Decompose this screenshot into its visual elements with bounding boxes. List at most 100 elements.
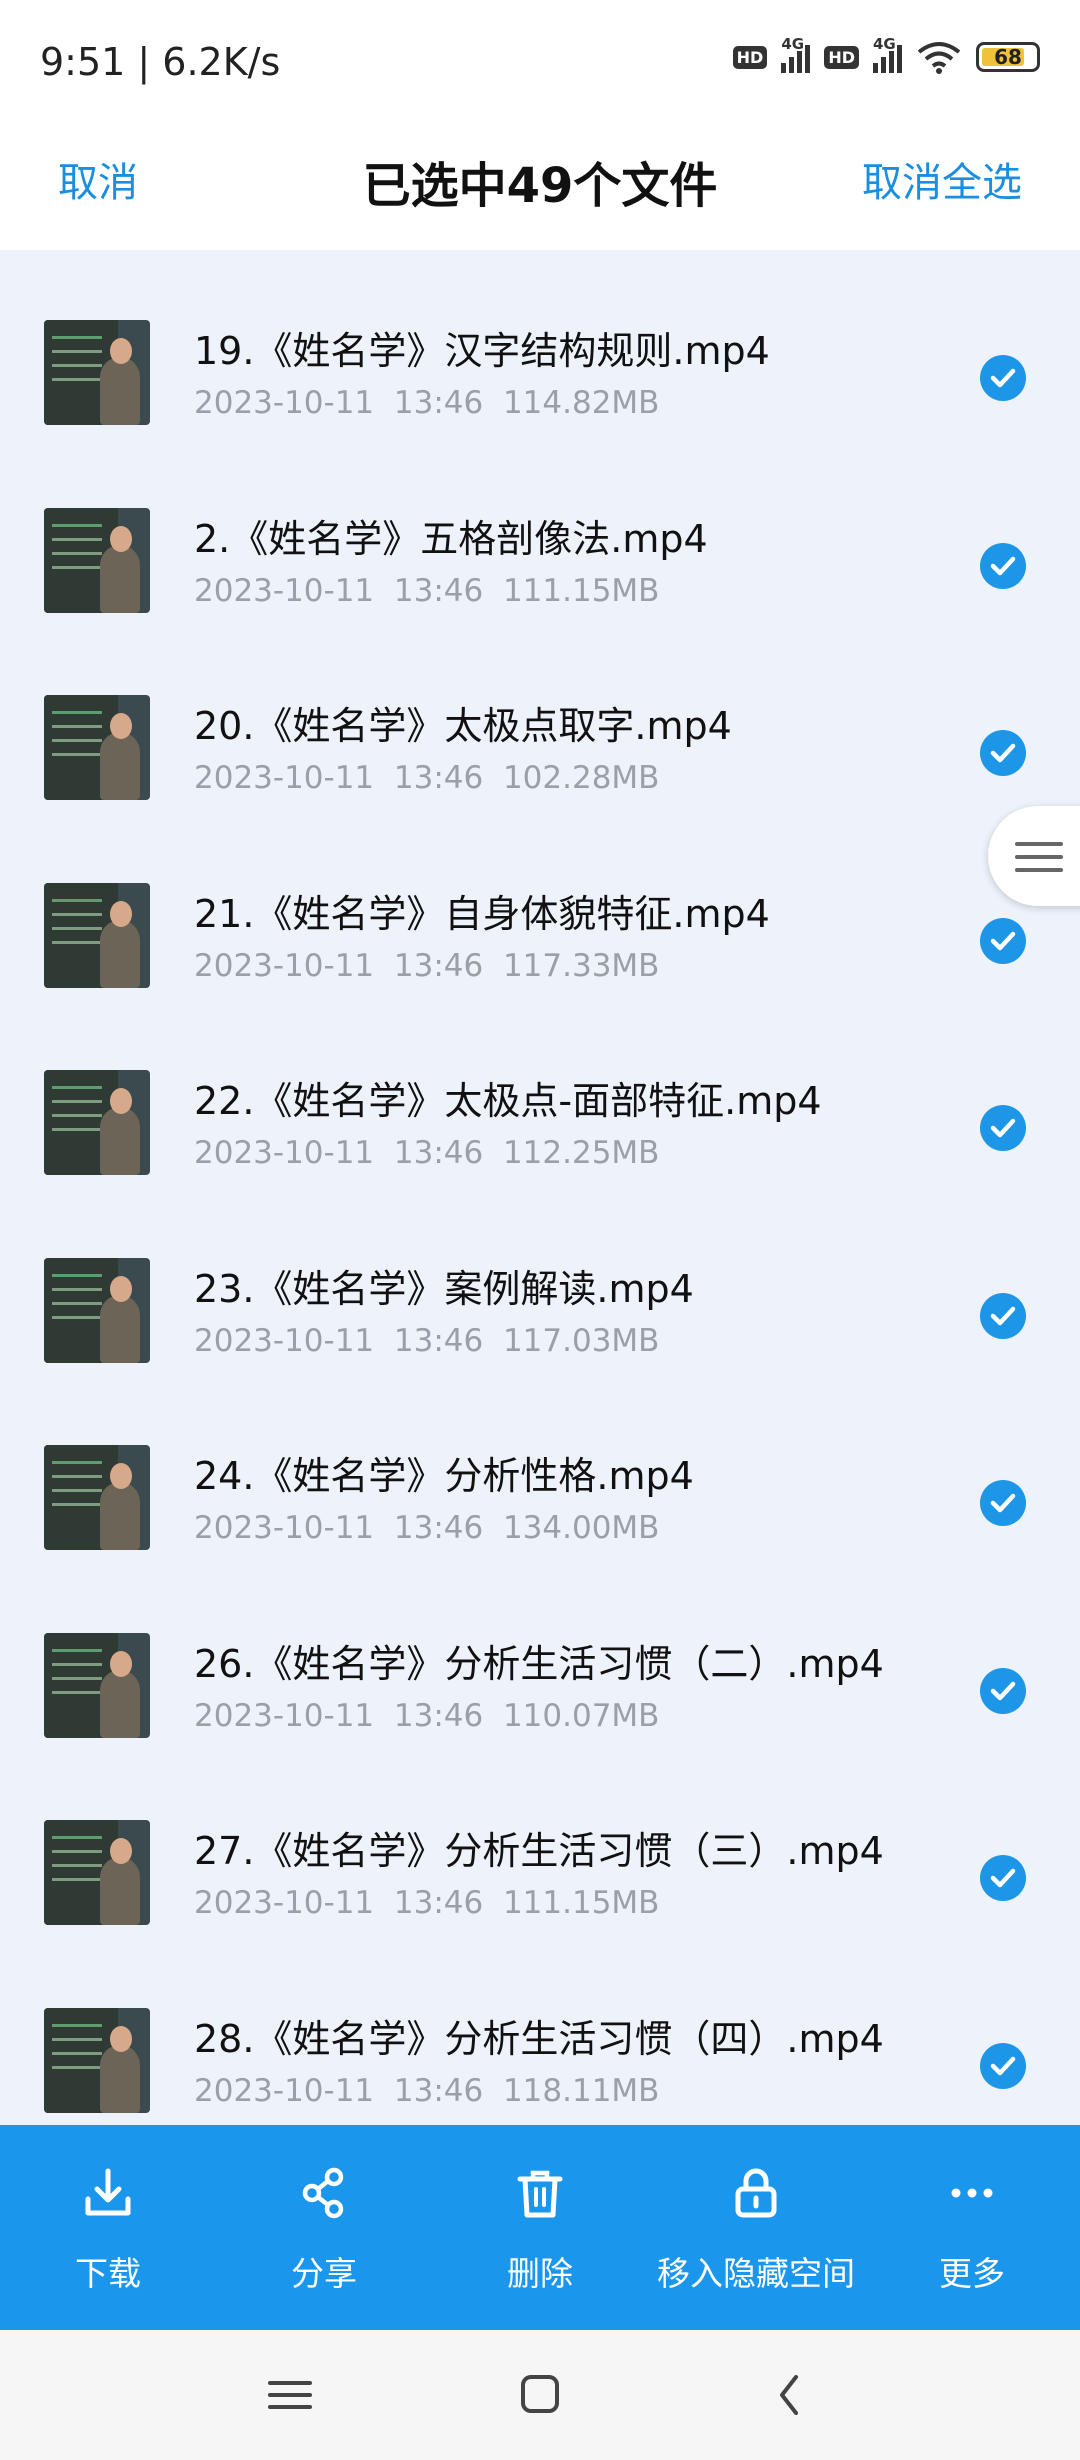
file-meta: 2023-10-11 13:46 111.15MB [194, 573, 659, 609]
file-date: 2023-10-11 [194, 1885, 375, 1921]
file-time: 13:46 [393, 1885, 484, 1921]
file-size: 117.33MB [502, 947, 660, 984]
file-time: 13:46 [393, 1135, 484, 1171]
file-meta: 2023-10-11 13:46 112.25MB [194, 1135, 659, 1171]
more-button[interactable]: 更多 [864, 2125, 1080, 2330]
selected-checkbox[interactable] [980, 2042, 1026, 2089]
selected-checkbox[interactable] [980, 355, 1026, 401]
selected-checkbox[interactable] [980, 730, 1026, 776]
menu-icon [1015, 842, 1063, 872]
battery-level: 68 [994, 45, 1022, 69]
file-time: 13:46 [393, 385, 484, 421]
side-drawer-handle[interactable] [988, 806, 1080, 906]
file-size: 134.00MB [502, 1510, 660, 1546]
video-thumbnail [44, 1820, 150, 1925]
cell-signal-icon-2: 4G [873, 35, 902, 73]
file-row[interactable]: 28.《姓名学》分析生活习惯（四）.mp4 2023-10-11 13:46 11… [0, 1938, 1080, 2126]
file-meta: 2023-10-11 13:46 114.82MB [194, 385, 659, 421]
file-meta: 2023-10-11 13:46 111.15MB [194, 1885, 659, 1921]
file-time: 13:46 [393, 1697, 484, 1734]
file-size: 111.15MB [502, 1885, 660, 1921]
file-row[interactable]: 26.《姓名学》分析生活习惯（二）.mp4 2023-10-11 13:46 11… [0, 1563, 1080, 1751]
video-thumbnail [44, 320, 150, 425]
file-name: 20.《姓名学》太极点取字.mp4 [194, 704, 732, 748]
video-thumbnail [44, 695, 150, 800]
checkmark-icon [990, 2056, 1016, 2075]
lock-icon [735, 2168, 777, 2218]
file-time: 13:46 [393, 2072, 484, 2109]
checkmark-icon [990, 556, 1016, 575]
more-label: 更多 [939, 2254, 1005, 2293]
selected-checkbox[interactable] [980, 1105, 1026, 1151]
file-time: 13:46 [393, 947, 484, 984]
file-date: 2023-10-11 [194, 947, 375, 984]
video-thumbnail [44, 882, 150, 988]
file-time: 13:46 [393, 760, 484, 796]
network-type-label: 4G [781, 35, 805, 53]
file-size: 110.07MB [502, 1697, 660, 1734]
file-date: 2023-10-11 [194, 1322, 375, 1359]
file-name: 23.《姓名学》案例解读.mp4 [194, 1266, 694, 1311]
selected-checkbox[interactable] [980, 1292, 1026, 1339]
file-row[interactable]: 21.《姓名学》自身体貌特征.mp4 2023-10-11 13:46 117.3… [0, 813, 1080, 1001]
file-date: 2023-10-11 [194, 1697, 375, 1734]
file-row[interactable]: 27.《姓名学》分析生活习惯（三）.mp4 2023-10-11 13:46 11… [0, 1750, 1080, 1938]
file-date: 2023-10-11 [194, 760, 375, 796]
selected-checkbox[interactable] [980, 542, 1026, 589]
back-icon[interactable] [760, 2365, 820, 2425]
file-name: 27.《姓名学》分析生活习惯（三）.mp4 [194, 1829, 884, 1873]
download-button[interactable]: 下载 [0, 2125, 216, 2330]
move-to-hidden-button[interactable]: 移入隐藏空间 [648, 2125, 864, 2330]
file-meta: 2023-10-11 13:46 117.03MB [194, 1323, 659, 1359]
file-list[interactable]: 19.《姓名学》汉字结构规则.mp4 2023-10-11 13:46 114.8… [0, 250, 1080, 2125]
download-icon [85, 2168, 131, 2216]
share-button[interactable]: 分享 [216, 2125, 432, 2330]
file-date: 2023-10-11 [194, 2072, 375, 2109]
hd-icon-2: HD [824, 45, 859, 69]
file-name: 28.《姓名学》分析生活习惯（四）.mp4 [194, 2016, 884, 2061]
file-meta: 2023-10-11 13:46 134.00MB [194, 1510, 659, 1546]
file-row[interactable]: 24.《姓名学》分析性格.mp4 2023-10-11 13:46 134.00M… [0, 1375, 1080, 1563]
file-meta: 2023-10-11 13:46 117.33MB [194, 948, 659, 984]
file-time: 13:46 [393, 1322, 484, 1359]
hd-icon: HD [732, 45, 768, 69]
selection-header: 取消 已选中49个文件 取消全选 [0, 130, 1080, 250]
trash-icon [517, 2170, 563, 2218]
recent-apps-icon[interactable] [260, 2365, 320, 2425]
file-row[interactable]: 20.《姓名学》太极点取字.mp4 2023-10-11 13:46 102.28… [0, 625, 1080, 813]
file-row[interactable]: 23.《姓名学》案例解读.mp4 2023-10-11 13:46 117.03M… [0, 1188, 1080, 1376]
delete-button[interactable]: 删除 [432, 2125, 648, 2330]
checkmark-icon [990, 931, 1016, 950]
delete-label: 删除 [507, 2254, 573, 2293]
file-name: 21.《姓名学》自身体貌特征.mp4 [194, 891, 770, 936]
status-bar: 9:51 | 6.2K/s HD 4G HD 4G 68 [0, 0, 1080, 130]
status-time: 9:51 | 6.2K/s [40, 40, 281, 84]
share-icon [302, 2167, 344, 2219]
file-date: 2023-10-11 [194, 1135, 375, 1171]
video-thumbnail [44, 1632, 150, 1738]
file-meta: 2023-10-11 13:46 102.28MB [194, 760, 659, 796]
checkmark-icon [990, 1493, 1016, 1513]
file-row[interactable]: 19.《姓名学》汉字结构规则.mp4 2023-10-11 13:46 114.8… [0, 250, 1080, 438]
file-size: 117.03MB [502, 1322, 660, 1359]
network-type-label-2: 4G [873, 35, 896, 53]
file-date: 2023-10-11 [194, 572, 375, 609]
system-nav-bar [0, 2330, 1080, 2460]
home-icon[interactable] [510, 2365, 570, 2425]
selected-checkbox[interactable] [980, 1667, 1026, 1714]
checkmark-icon [990, 1306, 1016, 1325]
video-thumbnail [44, 1070, 150, 1175]
checkmark-icon [990, 743, 1016, 763]
selected-checkbox[interactable] [980, 917, 1026, 964]
file-size: 114.82MB [502, 385, 660, 421]
move-to-hidden-label: 移入隐藏空间 [657, 2254, 855, 2293]
file-date: 2023-10-11 [194, 385, 375, 421]
selected-checkbox[interactable] [980, 1855, 1026, 1901]
battery-icon: 68 [976, 42, 1040, 72]
deselect-all-button[interactable]: 取消全选 [862, 150, 1022, 208]
checkmark-icon [990, 1868, 1016, 1888]
file-row[interactable]: 22.《姓名学》太极点-面部特征.mp4 2023-10-11 13:46 112… [0, 1000, 1080, 1188]
selected-checkbox[interactable] [980, 1480, 1026, 1526]
status-icons: HD 4G HD 4G 68 [732, 35, 1040, 74]
file-row[interactable]: 2.《姓名学》五格剖像法.mp4 2023-10-11 13:46 111.15M… [0, 438, 1080, 626]
